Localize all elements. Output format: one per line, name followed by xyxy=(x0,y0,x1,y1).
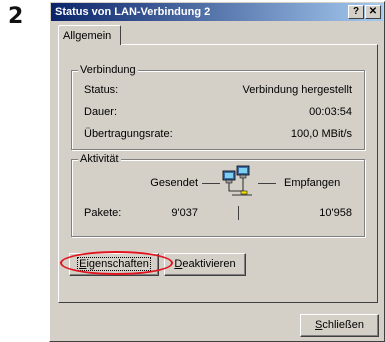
status-value: Verbindung hergestellt xyxy=(242,84,352,96)
close-icon[interactable]: ✕ xyxy=(365,5,381,19)
activity-legend: Aktivität xyxy=(78,153,121,165)
connection-group: Verbindung Status: Verbindung hergestell… xyxy=(71,64,365,150)
received-line xyxy=(258,183,276,184)
properties-button[interactable]: Eigenschaften xyxy=(69,253,159,276)
activity-group: Aktivität Gesendet Empfangen Pakete: 9'0… xyxy=(71,153,365,237)
received-label: Empfangen xyxy=(284,177,341,189)
packets-sent-value: 9'037 xyxy=(171,207,198,219)
network-activity-icon xyxy=(222,165,252,196)
deactivate-label: eaktivieren xyxy=(182,258,236,270)
packets-divider xyxy=(238,206,239,220)
step-number: 2 xyxy=(8,4,24,29)
window-title: Status von LAN-Verbindung 2 xyxy=(55,6,211,18)
tab-allgemein[interactable]: Allgemein xyxy=(58,25,121,45)
properties-focus: Eigenschaften xyxy=(77,257,151,271)
sent-label: Gesendet xyxy=(150,177,198,189)
speed-label: Übertragungsrate: xyxy=(84,128,173,140)
help-button[interactable]: ? xyxy=(348,5,364,19)
close-label: chließen xyxy=(322,319,364,331)
title-bar[interactable]: Status von LAN-Verbindung 2 ? ✕ xyxy=(51,3,383,21)
speed-value: 100,0 MBit/s xyxy=(290,128,352,140)
status-label: Status: xyxy=(84,84,119,96)
properties-label: igenschaften xyxy=(86,258,149,270)
duration-value: 00:03:54 xyxy=(309,106,352,118)
status-dialog: Status von LAN-Verbindung 2 ? ✕ Allgemei… xyxy=(49,1,385,342)
close-button[interactable]: Schließen xyxy=(300,314,379,337)
deactivate-button[interactable]: Deaktivieren xyxy=(164,253,246,276)
packets-label: Pakete: xyxy=(84,207,122,219)
duration-label: Dauer: xyxy=(84,106,118,118)
packets-received-value: 10'958 xyxy=(319,207,352,219)
sent-line xyxy=(202,183,220,184)
connection-legend: Verbindung xyxy=(78,64,138,76)
